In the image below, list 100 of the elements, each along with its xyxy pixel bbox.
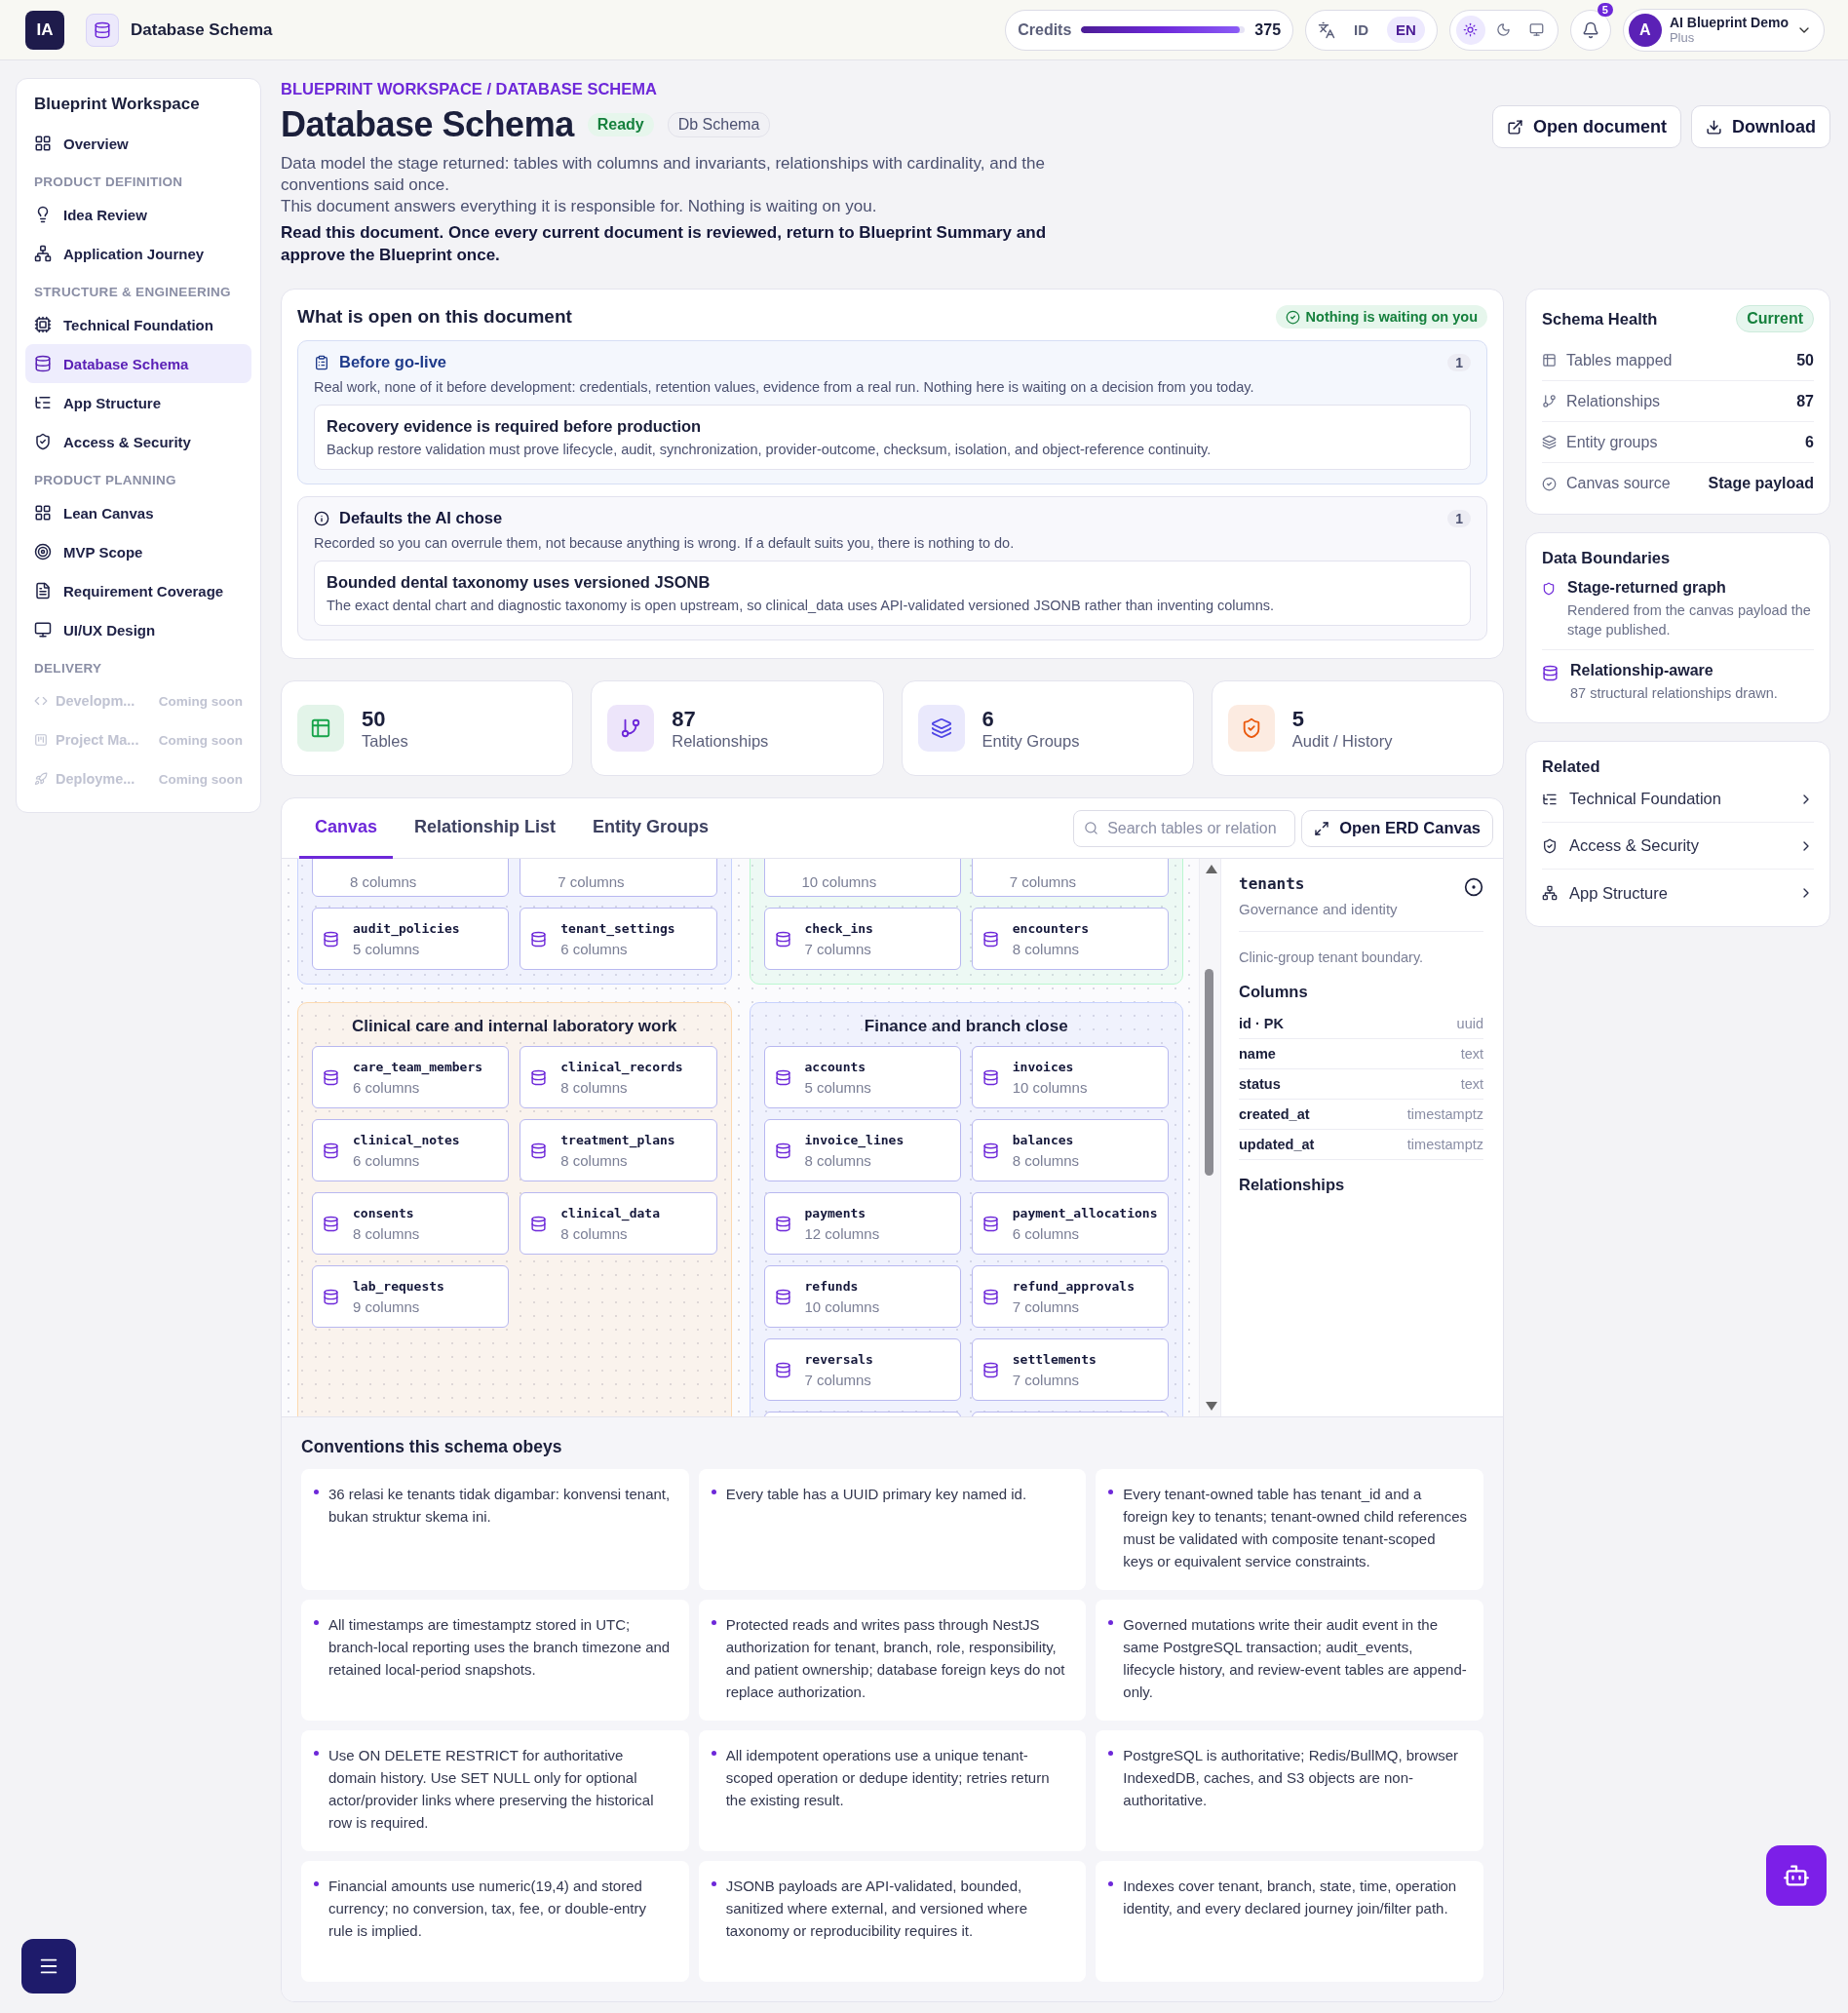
search-field[interactable]: Search tables or relation [1073,809,1296,847]
shield-icon [1542,582,1556,596]
table-card[interactable]: 7 columns [971,859,1169,897]
table-card[interactable]: settlements 7 columns [971,1338,1169,1401]
grid-icon [34,135,52,152]
database-icon [774,1288,791,1305]
metric-label: Canvas source [1566,475,1672,492]
table-card[interactable]: invoices 10 columns [971,1046,1169,1108]
sidebar-item[interactable]: Application Journey [25,234,251,273]
sidebar-item[interactable]: Access & Security [25,422,251,461]
sidebar-item[interactable]: MVP Scope [25,532,251,571]
table-card[interactable]: 10 columns [763,859,961,897]
table-card[interactable]: clinical_records 8 columns [520,1046,717,1108]
item-text: The exact dental chart and diagnostic taxonomy is open upstream, so clinical_data uses API-validated versioned JSONB rather than inventing columns. [327,598,1276,613]
metric-value: 50 [1796,351,1814,369]
item-title: Recovery evidence is required before production [327,417,703,436]
table-name: encounters [1012,920,1090,936]
table-card[interactable]: treatment_plans 8 columns [520,1119,717,1181]
page-title: Database Schema [131,19,273,40]
download-button[interactable]: Download [1691,105,1830,148]
scrollbar[interactable] [1199,859,1220,1416]
related-link[interactable]: App Structure [1542,870,1814,916]
external-link-icon [1507,118,1523,135]
table-card[interactable]: refunds 10 columns [763,1265,961,1328]
table-name: balances [1012,1132,1075,1147]
column-type: uuid [1456,1016,1483,1031]
logo: IA [25,10,64,50]
stat-value: 5 [1291,706,1305,732]
table-card[interactable]: invoice_lines 8 columns [763,1119,961,1181]
table-card[interactable]: encounters 8 columns [971,908,1169,970]
instruction: Read this document. Once every current document is reviewed, return to Blueprint Summary and approve the Blueprint once. [281,222,1048,266]
stat-label: Tables [362,731,408,751]
table-card[interactable]: lab_requests 9 columns [312,1265,510,1328]
language-button[interactable]: ID [1345,17,1378,43]
database-icon [982,1288,999,1305]
convention-card: Indexes cover tenant, branch, state, time, operation identity, and every declared journey join/filter path. [1096,1861,1483,1982]
related-link[interactable]: Technical Foundation [1542,776,1814,823]
grid-icon [34,504,52,522]
chip-icon [34,316,52,333]
sidebar-item[interactable]: Technical Foundation [25,305,251,344]
section-text: Real work, none of it before development: credentials, retention values, evidence from a real run. Nothing here is waiting on a decision from you today. [314,379,1255,395]
bell-icon [1581,20,1599,39]
metric-value: 6 [1805,433,1814,451]
column-count: 5 columns [804,1078,871,1096]
sidebar-item[interactable]: Requirement Coverage [25,571,251,610]
table-name: payments [804,1205,867,1220]
table-card[interactable]: payments 12 columns [763,1192,961,1255]
sidebar-item[interactable]: Idea Review [25,195,251,234]
table-name: tenant_settings [560,920,675,936]
database-icon [530,1142,548,1159]
coming-soon-label: Coming soon [158,771,243,787]
sidebar-item[interactable]: App Structure [25,383,251,422]
metric-label: Relationships [1566,392,1662,410]
table-card[interactable]: 7 columns [520,859,717,897]
table-card[interactable]: accounts 5 columns [763,1046,961,1108]
table-card[interactable]: consents 8 columns [312,1192,510,1255]
table-name: clinical_records [560,1059,683,1074]
table-card[interactable]: balances 8 columns [971,1119,1169,1181]
related-link[interactable]: Access & Security [1542,823,1814,870]
convention-card: Protected reads and writes pass through NestJS authorization for tenant, branch, role, responsibility, and patient ownership; database foreign keys do not replace authorization. [698,1600,1087,1721]
column-count: 7 columns [1009,873,1077,890]
user-menu[interactable]: A AI Blueprint Demo Plus [1622,8,1825,52]
table-card[interactable]: tenant_settings 6 columns [520,908,717,970]
column-type: text [1460,1046,1483,1062]
database-icon [774,1361,791,1378]
table-name: refund_approvals [1012,1278,1135,1294]
menu-button[interactable] [21,1939,76,1994]
item-text: Backup restore validation must prove lifecycle, audit, synchronization, provider-outcome, checksum, isolation, and object-reference continuity. [327,442,1213,457]
sidebar-item[interactable]: Overview [25,124,251,163]
table-card[interactable]: refund_approvals 7 columns [971,1265,1169,1328]
sidebar-item[interactable]: Lean Canvas [25,493,251,532]
sidebar-item[interactable]: Database Schema [25,344,251,383]
column-count: 7 columns [804,1371,872,1388]
table-card[interactable]: payment_allocations 6 columns [971,1192,1169,1255]
table-card[interactable]: clinical_notes 6 columns [312,1119,510,1181]
column-type: text [1460,1076,1483,1092]
table-card[interactable]: audit_policies 5 columns [312,908,510,970]
tab[interactable]: Entity Groups [577,798,725,859]
table-card[interactable]: check_ins 7 columns [763,908,961,970]
database-icon [323,1215,339,1232]
table-name: audit_policies [353,920,460,936]
tab[interactable]: Relationship List [399,798,572,859]
column-count: 7 columns [1012,1297,1081,1315]
column-name: id · PK [1239,1016,1284,1031]
table-card[interactable]: reversals 7 columns [763,1338,961,1401]
avatar: A [1628,13,1662,47]
table-card[interactable]: care_team_members 6 columns [312,1046,510,1108]
table-card[interactable]: clinical_data 8 columns [520,1192,717,1255]
section-label: PRODUCT PLANNING [33,472,177,489]
language-button[interactable]: EN [1387,17,1425,43]
column-count: 8 columns [350,873,417,890]
open-document-button[interactable]: Open document [1492,105,1681,148]
assistant-button[interactable] [1766,1845,1827,1906]
sun-icon[interactable] [1455,15,1485,45]
status-badge: Current [1736,305,1814,332]
sidebar-item: Deployme... [56,771,136,787]
table-card[interactable]: 8 columns [312,859,510,897]
target-icon[interactable] [1464,877,1483,897]
open-erd-button[interactable]: Open ERD Canvas [1301,809,1493,847]
sidebar-item[interactable]: UI/UX Design [25,610,251,649]
